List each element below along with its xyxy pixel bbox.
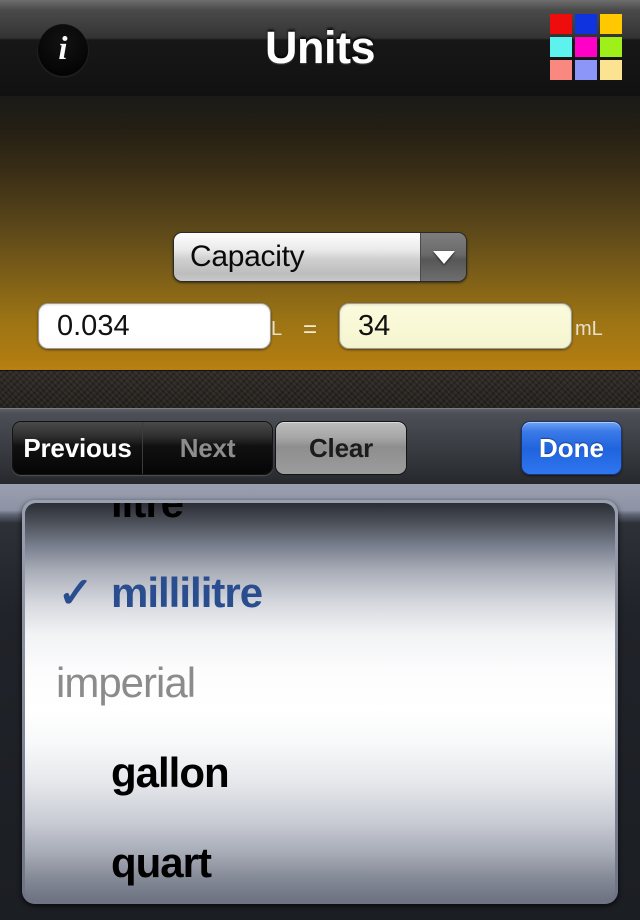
color-swatch-0[interactable] [550, 14, 572, 34]
color-swatch-6[interactable] [550, 60, 572, 80]
input-accessory-toolbar: Previous Next Clear Done [0, 408, 640, 484]
navigation-segmented-control: Previous Next [12, 421, 273, 475]
previous-button[interactable]: Previous [13, 422, 142, 474]
from-unit-symbol: L [271, 318, 283, 340]
picker-section-header: imperial [25, 639, 615, 727]
clear-button[interactable]: Clear [275, 421, 407, 475]
picker-row[interactable]: litre [25, 503, 615, 547]
picker-row[interactable]: gallon [25, 729, 615, 817]
equals-sign: = [303, 316, 318, 343]
done-button[interactable]: Done [521, 421, 622, 475]
navigation-bar: Units i [0, 0, 640, 96]
info-icon[interactable]: i [38, 24, 88, 76]
color-swatch-4[interactable] [575, 37, 597, 57]
to-value-input[interactable]: 34 [339, 303, 572, 349]
color-swatch-1[interactable] [575, 14, 597, 34]
to-unit-symbol: mL [575, 318, 603, 340]
color-swatch-2[interactable] [600, 14, 622, 34]
app-screen: Units i Capacity 0.034 L = 34 mL litre ↔… [0, 0, 640, 920]
texture-divider [0, 370, 640, 408]
color-swatch-5[interactable] [600, 37, 622, 57]
picker-row-label: gallon [111, 749, 230, 796]
picker-row-label: millilitre [111, 569, 263, 616]
info-glyph: i [58, 30, 68, 67]
next-button[interactable]: Next [142, 422, 272, 474]
category-dropdown[interactable]: Capacity [173, 232, 467, 282]
picker-frame: litre ✓ millilitre imperial gallon quart [22, 500, 618, 904]
picker-row-label: imperial [56, 659, 196, 706]
color-grid-icon[interactable] [550, 14, 622, 80]
converter-panel: Capacity 0.034 L = 34 mL litre ↔ millili… [0, 96, 640, 423]
check-icon: ✓ [58, 569, 94, 616]
picker-row-label: quart [111, 839, 212, 886]
color-swatch-3[interactable] [550, 37, 572, 57]
color-swatch-8[interactable] [600, 60, 622, 80]
page-title: Units [265, 22, 376, 73]
picker-row[interactable]: quart [25, 819, 615, 901]
picker-row[interactable]: ✓ millilitre [25, 549, 615, 637]
chevron-down-icon[interactable] [420, 233, 466, 281]
from-value-input[interactable]: 0.034 [38, 303, 271, 349]
picker-row-label: litre [111, 503, 184, 527]
clear-group: Clear [270, 421, 407, 475]
color-swatch-7[interactable] [575, 60, 597, 80]
unit-picker-list[interactable]: litre ✓ millilitre imperial gallon quart [25, 503, 615, 901]
category-value: Capacity [174, 233, 420, 281]
